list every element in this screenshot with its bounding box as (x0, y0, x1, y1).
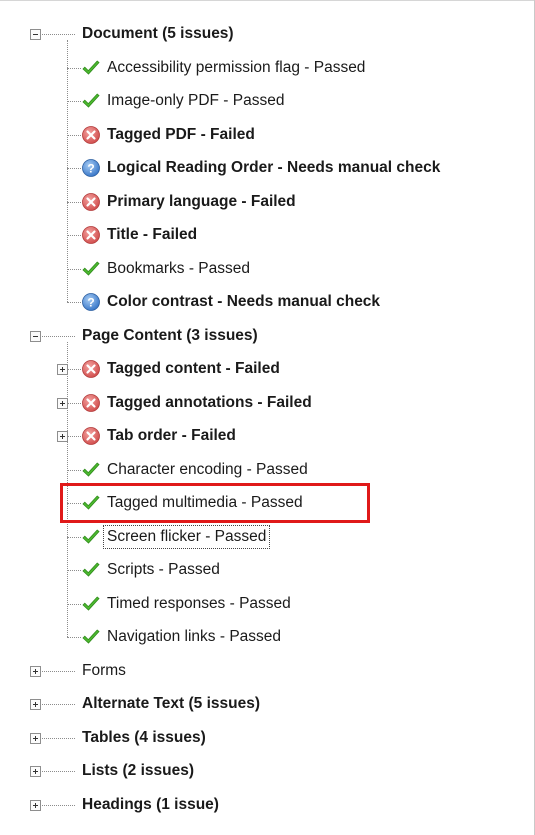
tree-node-label: Lists (2 issues) (82, 762, 194, 779)
error-x-icon (81, 393, 101, 413)
error-x-icon (81, 426, 101, 446)
tree-connector (42, 335, 75, 337)
check-item-label: Tab order - Failed (107, 427, 236, 444)
checkmark-icon (81, 58, 101, 78)
annotation-highlight-box (60, 483, 370, 523)
check-item-label: Image-only PDF - Passed (107, 92, 285, 109)
tree-node-alternate-text[interactable]: Alternate Text (5 issues) (79, 689, 263, 719)
error-x-icon (81, 225, 101, 245)
tree-connector (42, 704, 75, 705)
check-item-label: Logical Reading Order - Needs manual che… (107, 159, 441, 176)
tree-node-label: Document (5 issues) (82, 25, 234, 42)
tree-node-forms[interactable]: Forms (79, 656, 129, 686)
error-x-icon (81, 192, 101, 212)
tree-connector (67, 235, 81, 236)
tree-connector (67, 469, 81, 471)
check-item-primary-language-failed[interactable]: Primary language - Failed (104, 187, 299, 217)
tree-connector (67, 40, 68, 302)
tree-node-lists[interactable]: Lists (2 issues) (79, 756, 197, 786)
tree-node-label: Forms (82, 661, 126, 679)
expand-toggle-headings[interactable] (30, 799, 41, 811)
tree-connector (67, 402, 81, 404)
tree-connector (67, 436, 81, 437)
tree-connector (42, 670, 75, 672)
check-item-title-failed[interactable]: Title - Failed (104, 220, 200, 250)
check-item-accessibility-permission-flag-passed[interactable]: Accessibility permission flag - Passed (104, 53, 368, 83)
check-item-label: Tagged annotations - Failed (107, 393, 312, 411)
check-item-timed-responses-passed[interactable]: Timed responses - Passed (104, 589, 294, 619)
check-item-label: Tagged PDF - Failed (107, 125, 255, 143)
tree-node-label: Headings (1 issue) (82, 795, 219, 813)
check-item-label: Tagged content - Failed (107, 360, 280, 377)
check-item-character-encoding-passed[interactable]: Character encoding - Passed (104, 455, 311, 485)
tree-connector (42, 34, 75, 35)
tree-connector (67, 536, 81, 538)
check-item-label: Accessibility permission flag - Passed (107, 58, 366, 76)
tree-connector (42, 737, 75, 739)
check-item-screen-flicker-passed[interactable]: Screen flicker - Passed (102, 522, 271, 552)
tree-connector (67, 134, 81, 136)
error-x-icon (81, 125, 101, 145)
check-item-label: Character encoding - Passed (107, 460, 308, 478)
checkmark-icon (81, 627, 101, 647)
accessibility-checker-tree: Document (5 issues) Accessibility permiss… (0, 0, 534, 835)
check-item-label: Color contrast - Needs manual check (107, 293, 381, 310)
question-icon: ? (81, 292, 101, 312)
tree-connector (67, 268, 81, 270)
tree-connector (67, 302, 81, 303)
tree-connector (67, 67, 81, 69)
check-item-label: Screen flicker - Passed (102, 524, 271, 549)
tree-node-label: Tables (4 issues) (82, 728, 206, 746)
check-item-tagged-content-failed[interactable]: Tagged content - Failed (104, 354, 283, 384)
tree-node-headings[interactable]: Headings (1 issue) (79, 790, 222, 820)
tree-connector (67, 201, 81, 203)
collapse-toggle-document[interactable] (30, 29, 41, 40)
tree-node-label: Alternate Text (5 issues) (82, 695, 261, 712)
tree-node-page-content[interactable]: Page Content (3 issues) (79, 321, 261, 351)
checkmark-icon (81, 594, 101, 614)
tree-connector (67, 369, 81, 370)
expand-toggle-alternate-text[interactable] (30, 699, 41, 710)
expand-toggle-forms[interactable] (30, 665, 41, 677)
tree-node-label: Page Content (3 issues) (82, 326, 258, 344)
check-item-scripts-passed[interactable]: Scripts - Passed (104, 555, 223, 585)
error-x-icon (81, 359, 101, 379)
checkmark-icon (81, 527, 101, 547)
check-item-color-contrast-needs-manual-check[interactable]: Color contrast - Needs manual check (104, 287, 383, 317)
check-item-label: Timed responses - Passed (107, 594, 291, 612)
check-item-label: Navigation links - Passed (107, 628, 282, 645)
check-item-navigation-links-passed[interactable]: Navigation links - Passed (104, 622, 284, 652)
checkmark-icon (81, 91, 101, 111)
checkmark-icon (81, 560, 101, 580)
tree-connector (42, 804, 75, 806)
check-item-bookmarks-passed[interactable]: Bookmarks - Passed (104, 254, 253, 284)
check-item-tab-order-failed[interactable]: Tab order - Failed (104, 421, 239, 451)
check-item-logical-reading-order-needs-manual-check[interactable]: Logical Reading Order - Needs manual che… (104, 153, 443, 183)
check-item-label: Primary language - Failed (107, 192, 296, 210)
check-item-label: Bookmarks - Passed (107, 259, 250, 277)
expand-toggle-lists[interactable] (30, 766, 41, 777)
check-item-label: Title - Failed (107, 226, 198, 243)
tree-connector (67, 101, 81, 102)
tree-connector (67, 637, 81, 638)
check-item-label: Scripts - Passed (107, 561, 220, 578)
check-item-image-only-pdf-passed[interactable]: Image-only PDF - Passed (104, 86, 287, 116)
svg-text:?: ? (87, 296, 94, 310)
tree-connector (67, 603, 81, 605)
question-icon: ? (81, 158, 101, 178)
tree-node-document[interactable]: Document (5 issues) (79, 19, 237, 49)
tree-node-tables[interactable]: Tables (4 issues) (79, 723, 209, 753)
check-item-tagged-pdf-failed[interactable]: Tagged PDF - Failed (104, 120, 258, 150)
tree-connector (67, 570, 81, 571)
tree-connector (67, 168, 81, 169)
collapse-toggle-page-content[interactable] (30, 330, 41, 342)
expand-toggle-tables[interactable] (30, 732, 41, 744)
checkmark-icon (81, 259, 101, 279)
svg-text:?: ? (87, 162, 94, 176)
checkmark-icon (81, 460, 101, 480)
check-item-tagged-annotations-failed[interactable]: Tagged annotations - Failed (104, 388, 315, 418)
tree-connector (42, 771, 75, 772)
